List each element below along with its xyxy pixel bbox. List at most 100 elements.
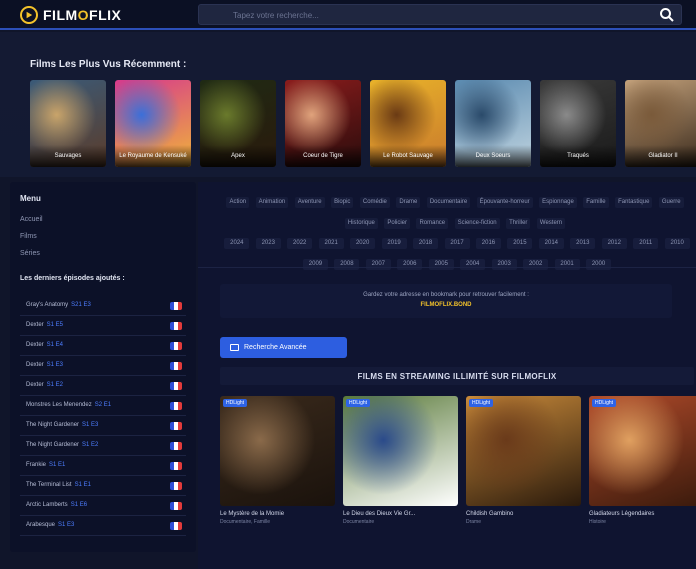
year-link[interactable]: 2008 xyxy=(334,259,360,270)
episode-item[interactable]: Dexter S1 E2 xyxy=(20,376,186,396)
genre-link[interactable]: Documentaire xyxy=(426,197,471,208)
recent-poster[interactable]: Traqués xyxy=(540,80,616,167)
movie-card[interactable]: HDLight Gladiateurs Légendaires Histoire xyxy=(589,396,696,525)
recent-poster[interactable]: Coeur de Tigre xyxy=(285,80,361,167)
movie-card[interactable]: HDLight Le Dieu des Dieux Vie Gr... Docume… xyxy=(343,396,458,525)
year-link[interactable]: 2019 xyxy=(381,238,407,249)
genre-link[interactable]: Drame xyxy=(396,197,421,208)
movie-card[interactable]: HDLight Le Mystère de la Momie Documentair… xyxy=(220,396,335,525)
movie-title[interactable]: Le Mystère de la Momie xyxy=(220,511,335,517)
latest-episodes-list: Gray's Anatomy S21 E3 Dexter S1 E5 Dexter S1 … xyxy=(20,296,186,536)
year-link[interactable]: 2016 xyxy=(475,238,501,249)
genre-link[interactable]: Comédie xyxy=(359,197,390,208)
recent-section: Films Les Plus Vus Récemment : Sauvages L… xyxy=(0,32,696,177)
movie-poster[interactable]: HDLight xyxy=(343,396,458,506)
episode-item[interactable]: Dexter S1 E4 xyxy=(20,336,186,356)
year-link[interactable]: 2011 xyxy=(633,238,659,249)
menu-link-home[interactable]: Accueil xyxy=(20,216,43,223)
search-bar xyxy=(198,4,682,25)
year-link[interactable]: 2005 xyxy=(428,259,454,270)
genre-link[interactable]: Aventure xyxy=(294,197,325,208)
french-flag-icon xyxy=(170,382,182,390)
episode-item[interactable]: Frankie S1 E1 xyxy=(20,456,186,476)
recent-poster[interactable]: Sauvages xyxy=(30,80,106,167)
movie-poster[interactable]: HDLight xyxy=(220,396,335,506)
year-link[interactable]: 2003 xyxy=(491,259,517,270)
menu-link-series[interactable]: Séries xyxy=(20,250,40,257)
episode-item[interactable]: The Terminal List S1 E1 xyxy=(20,476,186,496)
recent-poster[interactable]: Le Robot Sauvage xyxy=(370,80,446,167)
genre-link[interactable]: Guerre xyxy=(658,197,684,208)
episode-number: S1 E3 xyxy=(46,362,64,368)
movie-poster[interactable]: HDLight xyxy=(589,396,696,506)
search-input[interactable] xyxy=(199,6,639,25)
year-link[interactable]: 2018 xyxy=(413,238,439,249)
recent-poster-caption: Deux Soeurs xyxy=(455,145,531,167)
episode-item[interactable]: Arctic Lamberts S1 E6 xyxy=(20,496,186,516)
french-flag-icon xyxy=(170,362,182,370)
genre-link[interactable]: Policier xyxy=(384,218,411,229)
notice-link[interactable]: FILMOFLIX.BOND xyxy=(220,302,672,308)
year-link[interactable]: 2000 xyxy=(586,259,612,270)
episode-item[interactable]: Monstres Les Menendez S2 E1 xyxy=(20,396,186,416)
year-link[interactable]: 2021 xyxy=(318,238,344,249)
movie-poster[interactable]: HDLight xyxy=(466,396,581,506)
recent-poster[interactable]: Le Royaume de Kensuké xyxy=(115,80,191,167)
episode-series-name: Frankie xyxy=(26,462,47,468)
genre-link[interactable]: Historique xyxy=(344,218,378,229)
genre-link[interactable]: Action xyxy=(226,197,250,208)
french-flag-icon xyxy=(170,322,182,330)
genre-link[interactable]: Thriller xyxy=(506,218,531,229)
recent-poster-caption: Le Royaume de Kensuké xyxy=(115,145,191,167)
movie-title[interactable]: Gladiateurs Légendaires xyxy=(589,511,696,517)
year-link[interactable]: 2001 xyxy=(554,259,580,270)
year-link[interactable]: 2015 xyxy=(507,238,533,249)
genre-link[interactable]: Famille xyxy=(583,197,609,208)
genre-link[interactable]: Épouvante-horreur xyxy=(476,197,533,208)
genre-link[interactable]: Biopic xyxy=(331,197,354,208)
search-icon[interactable] xyxy=(659,7,675,23)
genre-link[interactable]: Animation xyxy=(255,197,289,208)
year-link[interactable]: 2013 xyxy=(570,238,596,249)
year-link[interactable]: 2022 xyxy=(287,238,313,249)
menu-link-films[interactable]: Films xyxy=(20,233,37,240)
genre-link[interactable]: Western xyxy=(536,218,566,229)
movie-title[interactable]: Childish Gambino xyxy=(466,511,581,517)
year-link[interactable]: 2023 xyxy=(255,238,281,249)
french-flag-icon xyxy=(170,402,182,410)
year-link[interactable]: 2004 xyxy=(460,259,486,270)
recent-posters: Sauvages Le Royaume de Kensuké Apex Coeur d… xyxy=(30,80,696,167)
episode-item[interactable]: Dexter S1 E5 xyxy=(20,316,186,336)
advanced-search-button[interactable]: Recherche Avancée xyxy=(220,337,347,358)
movie-card[interactable]: HDLight Childish Gambino Drame xyxy=(466,396,581,525)
recent-poster-caption: Le Robot Sauvage xyxy=(370,145,446,167)
episode-item[interactable]: The Night Gardener S1 E2 xyxy=(20,436,186,456)
french-flag-icon xyxy=(170,302,182,310)
year-link[interactable]: 2006 xyxy=(397,259,423,270)
year-link[interactable]: 2020 xyxy=(350,238,376,249)
year-link[interactable]: 2014 xyxy=(538,238,564,249)
year-link[interactable]: 2012 xyxy=(601,238,627,249)
recent-poster[interactable]: Apex xyxy=(200,80,276,167)
episode-item[interactable]: Arabesque S1 E3 xyxy=(20,516,186,536)
year-link[interactable]: 2017 xyxy=(444,238,470,249)
year-link[interactable]: 2002 xyxy=(523,259,549,270)
year-link[interactable]: 2024 xyxy=(224,238,250,249)
year-link[interactable]: 2007 xyxy=(365,259,391,270)
french-flag-icon xyxy=(170,442,182,450)
episode-series-name: Dexter xyxy=(26,322,44,328)
episode-item[interactable]: Gray's Anatomy S21 E3 xyxy=(20,296,186,316)
episode-item[interactable]: Dexter S1 E3 xyxy=(20,356,186,376)
genre-link[interactable]: Romance xyxy=(416,218,449,229)
recent-poster[interactable]: Gladiator II xyxy=(625,80,696,167)
site-logo[interactable]: FILMOFLIX xyxy=(20,6,121,24)
genre-link[interactable]: Espionnage xyxy=(539,197,577,208)
genre-link[interactable]: Science-fiction xyxy=(454,218,500,229)
year-link[interactable]: 2009 xyxy=(302,259,328,270)
episode-series-name: Arabesque xyxy=(26,522,56,528)
recent-poster[interactable]: Deux Soeurs xyxy=(455,80,531,167)
genre-link[interactable]: Fantastique xyxy=(615,197,653,208)
episode-item[interactable]: The Night Gardener S1 E3 xyxy=(20,416,186,436)
year-link[interactable]: 2010 xyxy=(664,238,690,249)
movie-title[interactable]: Le Dieu des Dieux Vie Gr... xyxy=(343,511,458,517)
